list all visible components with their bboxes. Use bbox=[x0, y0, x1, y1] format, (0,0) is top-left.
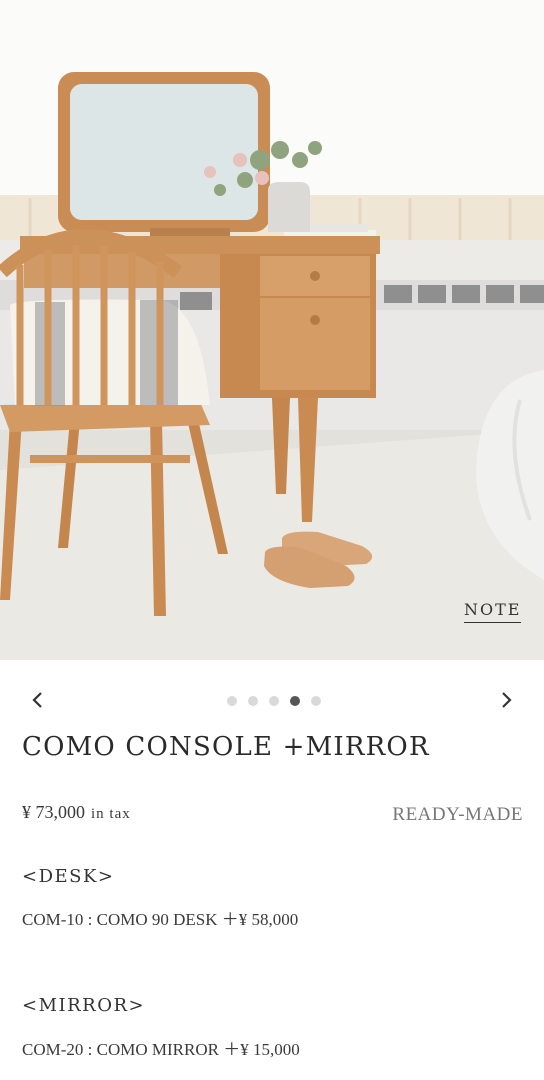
previous-slide-button[interactable] bbox=[24, 686, 52, 714]
note-link[interactable]: NOTE bbox=[464, 600, 522, 623]
price-value: ¥ 73,000 bbox=[22, 802, 85, 822]
ready-made-badge: READY-MADE bbox=[392, 804, 523, 825]
carousel-dot-1[interactable] bbox=[227, 696, 237, 706]
product-photo[interactable]: NOTE bbox=[0, 0, 544, 660]
mirror-item: COM-20 : COMO MIRROR ＋¥ 15,000 bbox=[22, 1040, 300, 1059]
mirror-section-heading: <MIRROR> bbox=[22, 995, 146, 1016]
carousel-dot-2[interactable] bbox=[248, 696, 258, 706]
tax-label: in tax bbox=[91, 806, 131, 822]
desk-item: COM-10 : COMO 90 DESK ＋¥ 58,000 bbox=[22, 910, 299, 929]
carousel-dot-3[interactable] bbox=[269, 696, 279, 706]
product-title: COMO CONSOLE +MIRROR bbox=[22, 732, 430, 762]
chevron-left-icon bbox=[32, 692, 42, 708]
price: ¥ 73,000 in tax bbox=[22, 802, 131, 823]
chevron-right-icon bbox=[502, 692, 512, 708]
next-slide-button[interactable] bbox=[492, 686, 520, 714]
product-image bbox=[0, 0, 544, 660]
carousel-pagination bbox=[227, 696, 321, 706]
carousel-dot-5[interactable] bbox=[311, 696, 321, 706]
desk-section-heading: <DESK> bbox=[22, 866, 115, 887]
carousel-dot-4[interactable] bbox=[290, 696, 300, 706]
